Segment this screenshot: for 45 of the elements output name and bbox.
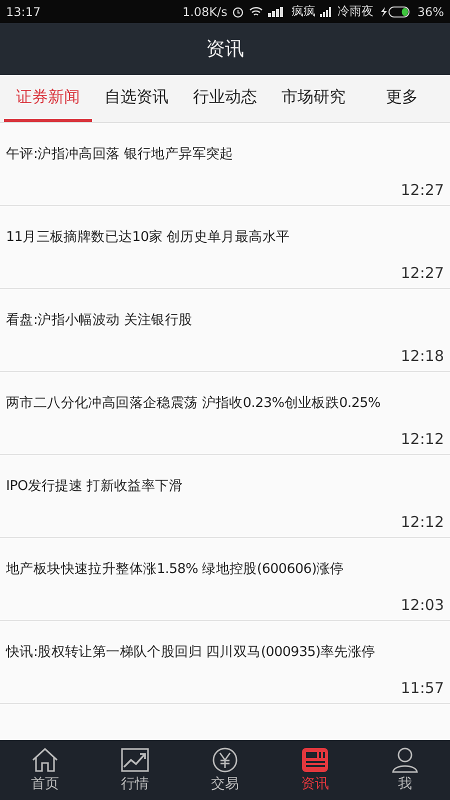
status-time: 13:17 <box>6 4 41 18</box>
nav-tab[interactable]: 我 <box>360 740 450 800</box>
news-item[interactable]: IPO发行提速 打新收益率下滑 12:12 <box>0 455 450 538</box>
news-time: 12:27 <box>400 181 444 199</box>
news-time: 12:18 <box>400 347 444 365</box>
carrier-name: 疯疯 <box>291 3 316 20</box>
nav-tab[interactable]: 行情 <box>90 740 180 800</box>
chart-icon <box>121 747 149 773</box>
page-title: 资讯 <box>206 37 244 62</box>
house-icon <box>31 747 59 773</box>
news-item[interactable]: 地产板块快速拉升整体涨1.58% 绿地控股(600606)涨停 12:03 <box>0 538 450 621</box>
newspaper-icon <box>301 747 329 773</box>
battery-percent: 36% <box>417 4 444 18</box>
yen-coin-icon <box>211 747 239 773</box>
news-time: 12:12 <box>400 430 444 448</box>
news-title: IPO发行提速 打新收益率下滑 <box>6 477 184 495</box>
news-title: 看盘:沪指小幅波动 关注银行股 <box>6 311 194 329</box>
network-speed: 1.08K/s <box>182 4 228 18</box>
alarm-icon <box>232 6 244 18</box>
news-time: 12:27 <box>400 264 444 282</box>
news-title: 地产板块快速拉升整体涨1.58% 绿地控股(600606)涨停 <box>6 560 345 578</box>
carrier-name: 冷雨夜 <box>337 3 374 20</box>
battery-icon <box>378 6 412 18</box>
news-time: 11:57 <box>400 679 444 697</box>
nav-tab[interactable]: 首页 <box>0 740 90 800</box>
news-title: 两市二八分化冲高回落企稳震荡 沪指收0.23%创业板跌0.25% <box>6 394 382 412</box>
nav-tab[interactable]: 资讯 <box>270 740 360 800</box>
news-time: 12:03 <box>400 596 444 614</box>
person-icon <box>391 747 419 773</box>
nav-tab[interactable]: 交易 <box>180 740 270 800</box>
wifi-icon <box>249 6 264 17</box>
category-tab[interactable]: 行业动态 <box>180 75 270 122</box>
category-tab[interactable]: 市场研究 <box>269 75 358 122</box>
news-item[interactable]: 午评:沪指冲高回落 银行地产异军突起 12:27 <box>0 123 450 206</box>
news-item[interactable]: 两市二八分化冲高回落企稳震荡 沪指收0.23%创业板跌0.25% 12:12 <box>0 372 450 455</box>
news-title: 快讯:股权转让第一梯队个股回归 四川双马(000935)率先涨停 <box>6 643 376 661</box>
news-time: 12:12 <box>400 513 444 531</box>
category-tab[interactable]: 更多 <box>358 75 446 122</box>
signal-icon <box>320 6 332 16</box>
news-title: 午评:沪指冲高回落 银行地产异军突起 <box>6 145 234 163</box>
news-item[interactable]: 快讯:股权转让第一梯队个股回归 四川双马(000935)率先涨停 11:57 <box>0 621 450 704</box>
news-title: 11月三板摘牌数已达10家 创历史单月最高水平 <box>6 228 291 246</box>
news-item[interactable]: 看盘:沪指小幅波动 关注银行股 12:18 <box>0 289 450 372</box>
news-item[interactable]: 11月三板摘牌数已达10家 创历史单月最高水平 12:27 <box>0 206 450 289</box>
category-tab[interactable]: 自选资讯 <box>92 75 181 122</box>
